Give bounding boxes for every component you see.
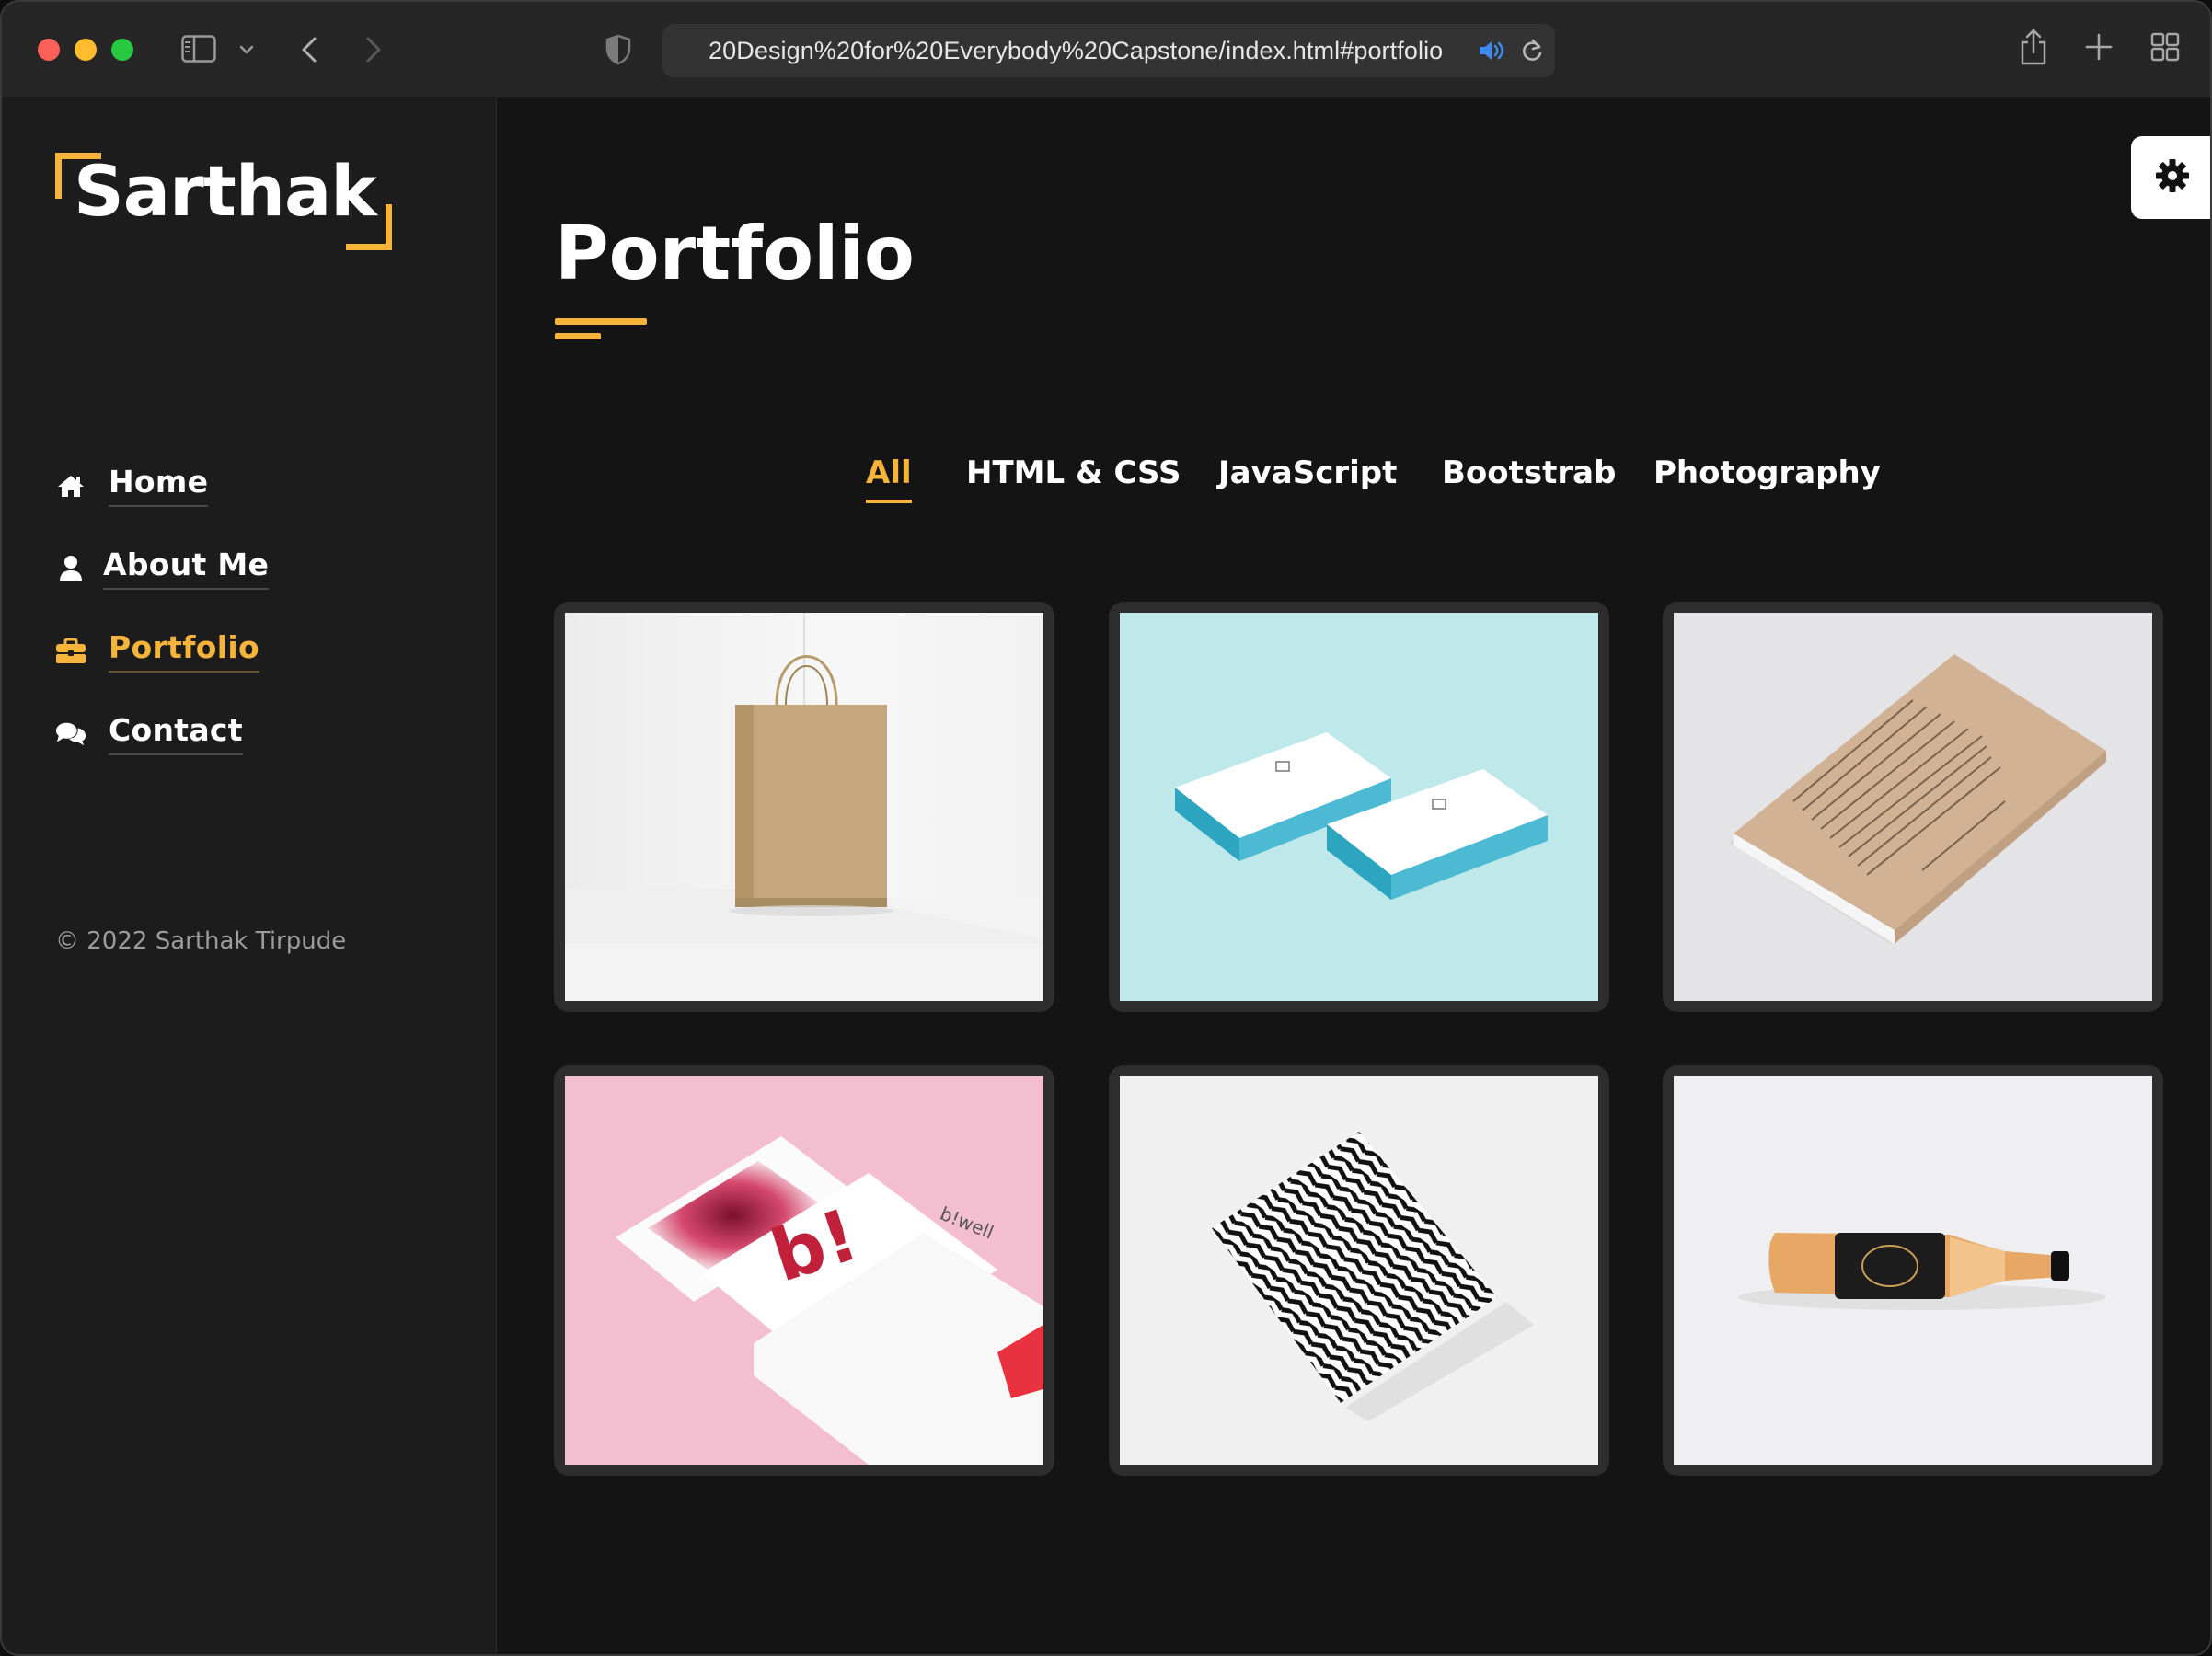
copyright-text: © 2022 Sarthak Tirpude xyxy=(55,927,347,955)
forward-arrow-icon[interactable] xyxy=(359,33,388,66)
portfolio-filters: All HTML & CSS JavaScript Bootstrab Phot… xyxy=(498,454,2210,510)
nav-item-about[interactable]: About Me xyxy=(55,546,270,590)
back-arrow-icon[interactable] xyxy=(294,33,324,66)
reload-icon[interactable] xyxy=(1518,37,1546,64)
nav-label-portfolio: Portfolio xyxy=(109,629,259,673)
settings-button[interactable] xyxy=(2131,136,2210,219)
sidebar: Sarthak Home About Me Portfolio Contact … xyxy=(2,98,497,1654)
gear-icon xyxy=(2154,157,2191,198)
speaker-icon[interactable] xyxy=(1476,37,1505,64)
portfolio-item-paper-bag[interactable] xyxy=(554,602,1054,1012)
portfolio-item-business-cards[interactable] xyxy=(1109,602,1609,1012)
pattern-poster-image xyxy=(1120,1076,1598,1465)
address-bar[interactable]: 20Design%20for%20Everybody%20Capstone/in… xyxy=(662,24,1555,77)
nav-label-about: About Me xyxy=(103,546,270,590)
user-icon xyxy=(55,553,86,584)
home-icon xyxy=(55,470,86,501)
privacy-shield-icon[interactable] xyxy=(602,33,635,66)
nav-item-portfolio[interactable]: Portfolio xyxy=(55,629,259,673)
nav-label-contact: Contact xyxy=(109,712,243,755)
portfolio-item-book-cover[interactable] xyxy=(1663,602,2163,1012)
portfolio-section: Portfolio All HTML & CSS JavaScript Boot… xyxy=(498,98,2210,1654)
comments-icon xyxy=(55,719,86,750)
browser-toolbar: 20Design%20for%20Everybody%20Capstone/in… xyxy=(2,2,2210,98)
nav-label-home: Home xyxy=(109,464,209,507)
url-text: 20Design%20for%20Everybody%20Capstone/in… xyxy=(709,37,1444,64)
filter-photography[interactable]: Photography xyxy=(1653,454,1881,492)
bottle-image xyxy=(1674,1076,2152,1465)
minimize-window-button[interactable] xyxy=(75,39,97,61)
logo-bracket-bottom-right xyxy=(346,204,392,250)
business-cards-image xyxy=(1120,613,1598,1001)
share-icon[interactable] xyxy=(2017,26,2050,68)
portfolio-item-pattern-poster[interactable] xyxy=(1109,1065,1609,1476)
filter-all[interactable]: All xyxy=(866,454,912,503)
filter-bootstrab[interactable]: Bootstrab xyxy=(1442,454,1616,492)
chevron-down-icon[interactable] xyxy=(236,39,258,61)
filter-javascript[interactable]: JavaScript xyxy=(1218,454,1397,492)
paper-bag-image xyxy=(565,613,1043,1001)
new-tab-plus-icon[interactable] xyxy=(2083,31,2114,63)
logo-text: Sarthak xyxy=(74,150,377,232)
book-cover-image xyxy=(1674,613,2152,1001)
briefcase-icon xyxy=(55,636,86,667)
sidebar-toggle-icon[interactable] xyxy=(180,33,217,64)
title-underline-long xyxy=(555,318,647,325)
portfolio-item-bottle[interactable] xyxy=(1663,1065,2163,1476)
title-underline-short xyxy=(555,333,601,339)
branding-stationery-image: b! b!well xyxy=(565,1076,1043,1465)
tab-overview-icon[interactable] xyxy=(2149,31,2181,63)
browser-window: 20Design%20for%20Everybody%20Capstone/in… xyxy=(0,0,2212,1656)
filter-html-css[interactable]: HTML & CSS xyxy=(966,454,1181,492)
portfolio-item-branding-stationery[interactable]: b! b!well xyxy=(554,1065,1054,1476)
nav-item-home[interactable]: Home xyxy=(55,464,209,507)
nav-item-contact[interactable]: Contact xyxy=(55,712,243,755)
zoom-window-button[interactable] xyxy=(111,39,133,61)
page-title: Portfolio xyxy=(555,211,915,296)
close-window-button[interactable] xyxy=(38,39,60,61)
site-logo[interactable]: Sarthak xyxy=(55,153,392,250)
